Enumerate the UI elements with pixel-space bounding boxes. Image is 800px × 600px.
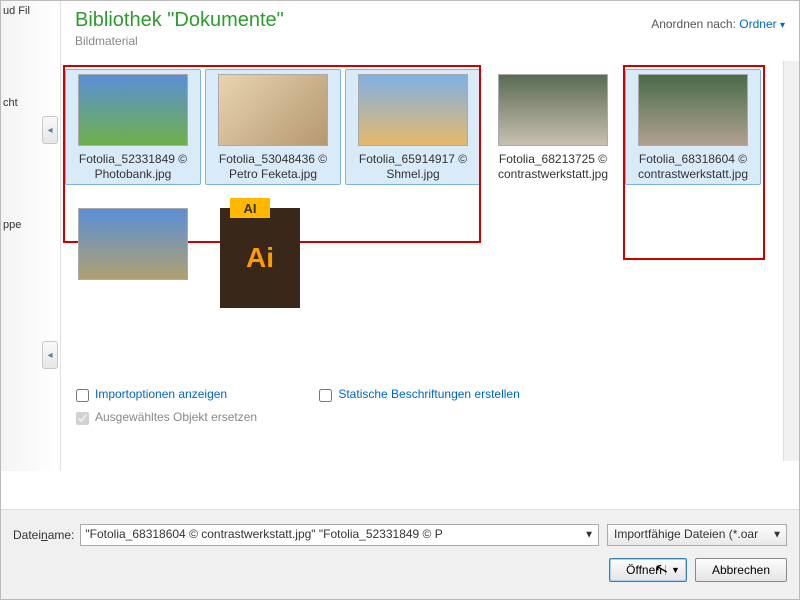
cancel-button[interactable]: Abbrechen [695, 558, 787, 582]
filename-input[interactable]: "Fotolia_68318604 © contrastwerkstatt.jp… [80, 524, 599, 546]
library-subtitle: Bildmaterial [75, 34, 785, 48]
filename-label: Dateiname: [13, 528, 74, 542]
checkbox-label: Importoptionen anzeigen [95, 387, 227, 402]
checkbox[interactable] [76, 389, 89, 402]
open-button[interactable]: Öffnen ▼ [609, 558, 687, 582]
thumb-label: Fotolia_68213725 © contrastwerkstatt.jpg [488, 152, 618, 182]
import-options-checkbox[interactable]: Importoptionen anzeigen [76, 387, 316, 402]
filetype-select[interactable]: Importfähige Dateien (*.oar ▼ [607, 524, 787, 546]
file-dialog: ud Fil cht ppe ◂ ◂ Bibliothek "Dokumente… [0, 0, 800, 600]
chevron-down-icon[interactable]: ▼ [665, 565, 680, 575]
file-thumb[interactable]: Fotolia_68318604 © contrastwerkstatt.jpg [625, 69, 761, 185]
file-thumb[interactable]: Fotolia_53048436 © Petro Feketa.jpg [205, 69, 341, 185]
thumb-label: Fotolia_52331849 © Photobank.jpg [68, 152, 198, 182]
sidebar-item[interactable]: cht [3, 97, 58, 109]
thumb-row: Fotolia_52331849 © Photobank.jpg Fotolia… [63, 65, 789, 189]
thumb-row: Ai [63, 199, 789, 321]
file-thumb[interactable] [65, 203, 201, 289]
chevron-down-icon[interactable]: ▼ [584, 530, 594, 541]
collapse-handle-icon[interactable]: ◂ [42, 116, 58, 144]
chevron-down-icon[interactable]: ▼ [772, 530, 782, 541]
file-thumb[interactable]: Fotolia_52331849 © Photobank.jpg [65, 69, 201, 185]
arrange-by: Anordnen nach: Ordner ▾ [651, 17, 785, 31]
sidebar-item[interactable]: ud Fil [3, 5, 58, 17]
checkbox[interactable] [319, 389, 332, 402]
sidebar-item[interactable]: ppe [3, 219, 58, 231]
arrange-dropdown[interactable]: Ordner ▾ [739, 17, 785, 31]
checkbox-label: Statische Beschriftungen erstellen [338, 387, 519, 402]
thumb-image [218, 74, 328, 146]
thumb-image [638, 74, 748, 146]
replace-selection-checkbox: Ausgewähltes Objekt ersetzen [76, 410, 316, 425]
collapse-handle-icon[interactable]: ◂ [42, 341, 58, 369]
file-thumb[interactable]: Fotolia_65914917 © Shmel.jpg [345, 69, 481, 185]
header: Bibliothek "Dokumente" Bildmaterial Anor… [61, 1, 799, 61]
file-thumb[interactable]: Ai [205, 203, 315, 317]
thumb-image [498, 74, 608, 146]
thumb-image [78, 208, 188, 280]
static-captions-checkbox[interactable]: Statische Beschriftungen erstellen [319, 387, 559, 402]
thumb-image [78, 74, 188, 146]
thumb-label: Fotolia_53048436 © Petro Feketa.jpg [208, 152, 338, 182]
thumb-label: Fotolia_65914917 © Shmel.jpg [348, 152, 478, 182]
checkbox-label: Ausgewähltes Objekt ersetzen [95, 410, 257, 425]
dialog-footer: Dateiname: "Fotolia_68318604 © contrastw… [1, 509, 799, 599]
import-options: Importoptionen anzeigen Ausgewähltes Obj… [76, 387, 789, 467]
thumb-label: Fotolia_68318604 © contrastwerkstatt.jpg [628, 152, 758, 182]
chevron-down-icon: ▾ [780, 20, 785, 31]
nav-sidebar: ud Fil cht ppe [1, 1, 61, 471]
ai-file-icon: Ai [220, 208, 300, 308]
arrange-label: Anordnen nach: [651, 17, 736, 31]
file-thumb[interactable]: Fotolia_68213725 © contrastwerkstatt.jpg [485, 69, 621, 185]
checkbox [76, 412, 89, 425]
thumb-image [358, 74, 468, 146]
